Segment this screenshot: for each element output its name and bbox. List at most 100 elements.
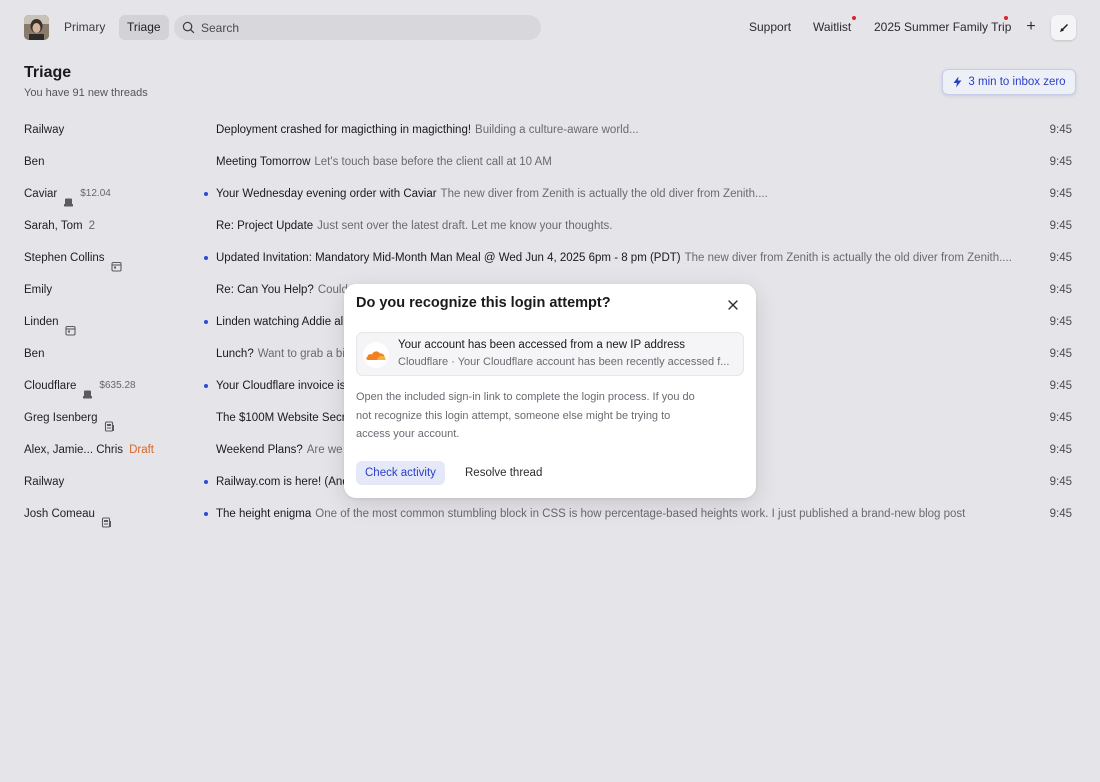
thread-row[interactable]: Josh Comeau The height enigma One of the m… bbox=[0, 498, 1100, 530]
thread-time: 9:45 bbox=[1049, 412, 1072, 424]
thread-time: 9:45 bbox=[1049, 508, 1072, 520]
thread-snippet: Are we bbox=[306, 444, 343, 456]
thread-sender: Stephen Collins bbox=[24, 242, 122, 274]
thread-time: 9:45 bbox=[1049, 284, 1072, 296]
draft-badge: Draft bbox=[129, 444, 154, 456]
receipt-icon bbox=[82, 381, 93, 398]
newsletter-icon bbox=[101, 509, 112, 528]
thread-subject: Linden watching Addie al bbox=[216, 316, 344, 328]
unread-indicator bbox=[204, 512, 208, 516]
thread-sender: Ben bbox=[24, 146, 44, 178]
thread-snippet: The new diver from Zenith is actually th… bbox=[440, 188, 768, 200]
nav-summer-trip[interactable]: 2025 Summer Family Trip bbox=[874, 15, 1011, 40]
thread-subject: Railway.com is here! (And bbox=[216, 476, 349, 488]
thread-sender-name: Caviar bbox=[24, 188, 58, 200]
add-button[interactable]: + bbox=[1022, 15, 1040, 40]
thread-sender: Caviar $12.04 bbox=[24, 178, 111, 210]
page-subtitle: You have 91 new threads bbox=[24, 87, 148, 99]
thread-sender-name: Sarah, Tom bbox=[24, 220, 83, 232]
dialog-body: Open the included sign-in link to comple… bbox=[356, 391, 695, 440]
thread-subject: Weekend Plans? bbox=[216, 444, 303, 456]
inbox-zero-label: 3 min to inbox zero bbox=[968, 76, 1066, 88]
thread-sender-name: Linden bbox=[24, 316, 59, 328]
thread-sender: Cloudflare $635.28 bbox=[24, 370, 136, 402]
thread-row[interactable]: Sarah, Tom 2 Re: Project Update Just sent o… bbox=[0, 210, 1100, 242]
thread-time: 9:45 bbox=[1049, 188, 1072, 200]
thread-subject: The height enigma bbox=[216, 508, 312, 520]
notice-subtitle: Cloudflare · Your Cloudflare account has… bbox=[398, 356, 730, 368]
thread-sender-name: Cloudflare bbox=[24, 380, 77, 392]
thread-sender: Greg Isenberg bbox=[24, 402, 115, 434]
thread-price: $12.04 bbox=[80, 188, 111, 199]
thread-subject: Deployment crashed for magicthing in mag… bbox=[216, 124, 472, 136]
search-placeholder: Search bbox=[201, 20, 240, 35]
thread-subject: Your Cloudflare invoice is bbox=[216, 380, 346, 392]
thread-sender: Ben bbox=[24, 338, 44, 370]
thread-subject: Lunch? bbox=[216, 348, 254, 360]
thread-preview: Updated Invitation: Mandatory Mid-Month … bbox=[216, 242, 1016, 274]
inbox-zero-button[interactable]: 3 min to inbox zero bbox=[942, 69, 1076, 95]
tab-primary[interactable]: Primary bbox=[56, 15, 113, 40]
thread-subject: Updated Invitation: Mandatory Mid-Month … bbox=[216, 252, 681, 264]
thread-time: 9:45 bbox=[1049, 476, 1072, 488]
calendar-icon bbox=[64, 317, 76, 336]
thread-sender-name: Emily bbox=[24, 284, 53, 296]
nav-support[interactable]: Support bbox=[749, 15, 791, 40]
thread-sender: Alex, Jamie... Chris Draft bbox=[24, 434, 154, 466]
thread-subject: Re: Project Update bbox=[216, 220, 314, 232]
thread-snippet: Just sent over the latest draft. Let me … bbox=[317, 220, 613, 232]
thread-row[interactable]: Railway Deployment crashed for magicthing… bbox=[0, 114, 1100, 146]
thread-row[interactable]: Ben Meeting Tomorrow Let's touch base befo… bbox=[0, 146, 1100, 178]
top-bar: Primary Triage Search Support Waitlist 2… bbox=[0, 0, 1100, 56]
thread-snippet: Let's touch base before the client call … bbox=[314, 156, 552, 168]
thread-preview: The height enigma One of the most common … bbox=[216, 498, 1016, 530]
unread-indicator bbox=[204, 256, 208, 260]
thread-time: 9:45 bbox=[1049, 444, 1072, 456]
thread-time: 9:45 bbox=[1049, 380, 1072, 392]
thread-sender: Railway bbox=[24, 466, 64, 498]
thread-sender-name: Josh Comeau bbox=[24, 508, 95, 520]
check-activity-button[interactable]: Check activity bbox=[356, 461, 445, 485]
thread-sender-name: Railway bbox=[24, 124, 65, 136]
unread-indicator bbox=[204, 320, 208, 324]
receipt-icon bbox=[63, 189, 74, 206]
bolt-icon bbox=[953, 76, 962, 88]
waitlist-notification-dot bbox=[852, 16, 856, 20]
tab-triage[interactable]: Triage bbox=[119, 15, 169, 40]
thread-sender: Railway bbox=[24, 114, 64, 146]
compose-button[interactable] bbox=[1051, 15, 1076, 40]
thread-preview: Deployment crashed for magicthing in mag… bbox=[216, 114, 1016, 146]
thread-sender: Emily bbox=[24, 274, 52, 306]
search-icon bbox=[182, 21, 195, 34]
search-input[interactable]: Search bbox=[174, 15, 541, 40]
login-attempt-dialog: Do you recognize this login attempt? You… bbox=[344, 284, 756, 498]
newsletter-icon bbox=[104, 413, 115, 432]
unread-indicator bbox=[204, 480, 208, 484]
thread-time: 9:45 bbox=[1049, 348, 1072, 360]
unread-indicator bbox=[204, 384, 208, 388]
thread-time: 9:45 bbox=[1049, 124, 1072, 136]
thread-price: $635.28 bbox=[99, 380, 136, 391]
thread-sender: Josh Comeau bbox=[24, 498, 112, 530]
thread-subject: Your Wednesday evening order with Caviar bbox=[216, 188, 437, 200]
close-button[interactable] bbox=[724, 296, 742, 314]
security-notice-card[interactable]: Your account has been accessed from a ne… bbox=[356, 332, 744, 376]
trip-notification-dot bbox=[1004, 16, 1008, 20]
thread-row[interactable]: Stephen Collins Updated Invitation: Manda… bbox=[0, 242, 1100, 274]
thread-count: 2 bbox=[88, 220, 96, 232]
close-icon bbox=[728, 300, 738, 310]
cloudflare-logo-icon bbox=[363, 342, 389, 368]
thread-time: 9:45 bbox=[1049, 316, 1072, 328]
thread-sender-name: Alex, Jamie... Chris bbox=[24, 444, 124, 456]
thread-time: 9:45 bbox=[1049, 252, 1072, 264]
thread-subject: Re: Can You Help? bbox=[216, 284, 314, 296]
nav-waitlist[interactable]: Waitlist bbox=[813, 15, 851, 40]
thread-sender-name: Ben bbox=[24, 156, 45, 168]
thread-subject: Meeting Tomorrow bbox=[216, 156, 311, 168]
thread-row[interactable]: Caviar $12.04 Your Wednesday evening order… bbox=[0, 178, 1100, 210]
thread-time: 9:45 bbox=[1049, 220, 1072, 232]
user-avatar[interactable] bbox=[24, 15, 49, 40]
thread-snippet: One of the most common stumbling block i… bbox=[315, 508, 966, 520]
thread-sender: Linden bbox=[24, 306, 76, 338]
resolve-thread-button[interactable]: Resolve thread bbox=[457, 461, 550, 485]
